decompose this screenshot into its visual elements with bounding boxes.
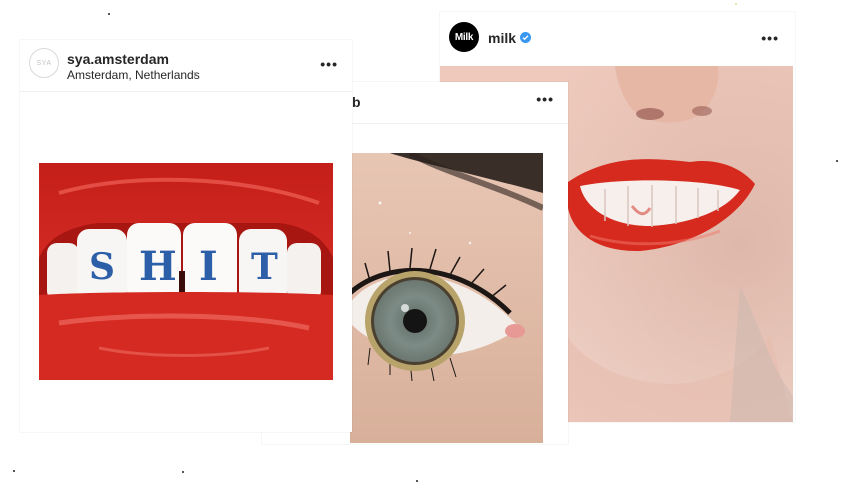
- post-photo: S H I T: [39, 163, 333, 380]
- location-link[interactable]: Amsterdam, Netherlands: [67, 68, 200, 82]
- avatar[interactable]: SYA: [29, 48, 59, 78]
- speck: [735, 3, 737, 5]
- divider: [20, 91, 352, 92]
- more-options-icon[interactable]: •••: [761, 31, 779, 45]
- speck: [836, 160, 838, 162]
- post-header: Milk milk •••: [440, 12, 795, 68]
- avatar[interactable]: Milk: [449, 22, 479, 52]
- speck: [108, 13, 110, 15]
- speck: [182, 471, 184, 473]
- username[interactable]: b: [352, 94, 361, 110]
- username[interactable]: milk: [488, 30, 516, 46]
- post-photo: [350, 153, 543, 443]
- post-card-sya: SYA sya.amsterdam Amsterdam, Netherlands…: [20, 40, 352, 432]
- chevron-right-icon: ›: [193, 67, 197, 81]
- verified-badge-icon: [520, 32, 531, 43]
- more-options-icon[interactable]: •••: [320, 57, 338, 71]
- more-options-icon[interactable]: •••: [536, 92, 554, 106]
- speck: [416, 480, 418, 482]
- speck: [13, 470, 15, 472]
- username[interactable]: sya.amsterdam: [67, 51, 169, 67]
